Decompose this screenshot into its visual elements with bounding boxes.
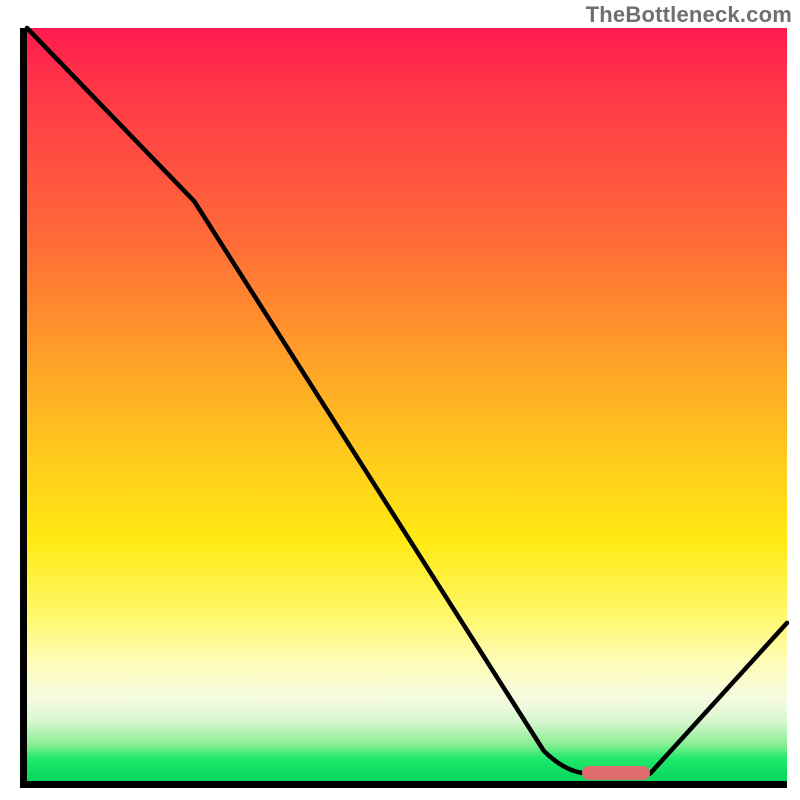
bottleneck-curve	[27, 28, 787, 781]
optimal-range-marker	[582, 766, 650, 780]
bottleneck-curve-path	[27, 28, 787, 773]
chart-plot-area	[20, 28, 787, 788]
watermark-text: TheBottleneck.com	[586, 2, 792, 28]
